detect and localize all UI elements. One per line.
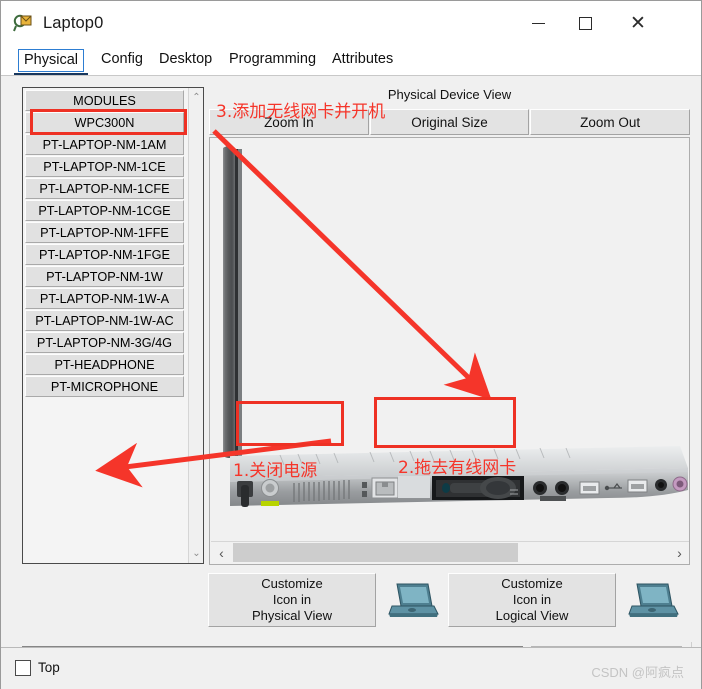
tab-config[interactable]: Config: [96, 49, 148, 70]
modules-scrollbar[interactable]: ⌃ ⌄: [188, 88, 203, 563]
packet-tracer-device-icon: [13, 13, 33, 33]
original-size-button[interactable]: Original Size: [369, 109, 530, 135]
tab-attributes[interactable]: Attributes: [327, 49, 398, 70]
customize-icon-physical-view-button[interactable]: Customize Icon in Physical View: [208, 573, 376, 627]
physical-device-view-panel: Physical Device View Zoom In Original Si…: [208, 87, 691, 565]
module-item-headphone[interactable]: PT-HEADPHONE: [25, 354, 184, 375]
device-window: Laptop0 ✕ Physical Config Desktop Progra…: [0, 0, 702, 689]
zoom-out-button[interactable]: Zoom Out: [530, 109, 691, 135]
footer-bar: Top CSDN @阿疯点: [1, 648, 701, 689]
module-item-wpc300n[interactable]: WPC300N: [25, 112, 184, 133]
module-item-1w[interactable]: PT-LAPTOP-NM-1W: [25, 266, 184, 287]
laptop-image: [210, 138, 689, 564]
module-item-1ce[interactable]: PT-LAPTOP-NM-1CE: [25, 156, 184, 177]
laptop-icon-physical: [376, 580, 448, 620]
tab-programming[interactable]: Programming: [224, 49, 321, 70]
physical-device-view-label: Physical Device View: [387, 87, 512, 102]
close-button[interactable]: ✕: [615, 1, 661, 45]
watermark: CSDN @阿疯点: [591, 665, 684, 680]
hscroll-thumb[interactable]: [233, 543, 518, 562]
module-item-1fge[interactable]: PT-LAPTOP-NM-1FGE: [25, 244, 184, 265]
tab-bar: Physical Config Desktop Programming Attr…: [1, 45, 701, 76]
laptop-icon-logical: [616, 580, 688, 620]
modules-panel: MODULES WPC300N PT-LAPTOP-NM-1AM PT-LAPT…: [22, 87, 204, 564]
module-item-1cfe[interactable]: PT-LAPTOP-NM-1CFE: [25, 178, 184, 199]
modules-list[interactable]: MODULES WPC300N PT-LAPTOP-NM-1AM PT-LAPT…: [23, 88, 188, 563]
panel-body: MODULES WPC300N PT-LAPTOP-NM-1AM PT-LAPT…: [1, 76, 701, 689]
module-item-1cge[interactable]: PT-LAPTOP-NM-1CGE: [25, 200, 184, 221]
customize-row: Customize Icon in Physical View Customiz…: [208, 572, 691, 628]
customize-physical-line1: Customize: [261, 576, 323, 591]
scroll-left-icon[interactable]: ‹: [212, 542, 231, 563]
zoom-in-button[interactable]: Zoom In: [209, 109, 369, 135]
module-item-3g4g[interactable]: PT-LAPTOP-NM-3G/4G: [25, 332, 184, 353]
close-icon: ✕: [630, 12, 646, 34]
top-checkbox[interactable]: [15, 660, 31, 676]
window-title: Laptop0: [43, 13, 104, 32]
customize-logical-line1: Customize: [501, 576, 563, 591]
device-canvas[interactable]: ‹ ›: [209, 137, 690, 565]
module-item-1w-a[interactable]: PT-LAPTOP-NM-1W-A: [25, 288, 184, 309]
title-bar: Laptop0 ✕: [1, 1, 701, 45]
scroll-down-icon[interactable]: ⌄: [189, 545, 203, 562]
customize-physical-line2: Icon in: [272, 592, 312, 607]
customize-physical-line3: Physical View: [252, 608, 332, 623]
modules-header: MODULES: [25, 90, 184, 111]
scroll-up-icon[interactable]: ⌃: [189, 89, 203, 106]
module-item-1am[interactable]: PT-LAPTOP-NM-1AM: [25, 134, 184, 155]
module-item-1w-ac[interactable]: PT-LAPTOP-NM-1W-AC: [25, 310, 184, 331]
canvas-horizontal-scrollbar[interactable]: ‹ ›: [211, 541, 689, 563]
module-item-1ffe[interactable]: PT-LAPTOP-NM-1FFE: [25, 222, 184, 243]
maximize-button[interactable]: [562, 1, 608, 45]
scroll-right-icon[interactable]: ›: [670, 542, 689, 563]
minimize-button[interactable]: [515, 1, 561, 45]
module-item-microphone[interactable]: PT-MICROPHONE: [25, 376, 184, 397]
zoom-button-row: Zoom In Original Size Zoom Out: [209, 109, 691, 135]
tab-desktop[interactable]: Desktop: [154, 49, 217, 70]
tab-physical[interactable]: Physical: [14, 49, 88, 76]
customize-logical-line3: Logical View: [495, 608, 569, 623]
top-checkbox-label: Top: [38, 660, 60, 675]
customize-logical-line2: Icon in: [512, 592, 552, 607]
customize-icon-logical-view-button[interactable]: Customize Icon in Logical View: [448, 573, 616, 627]
